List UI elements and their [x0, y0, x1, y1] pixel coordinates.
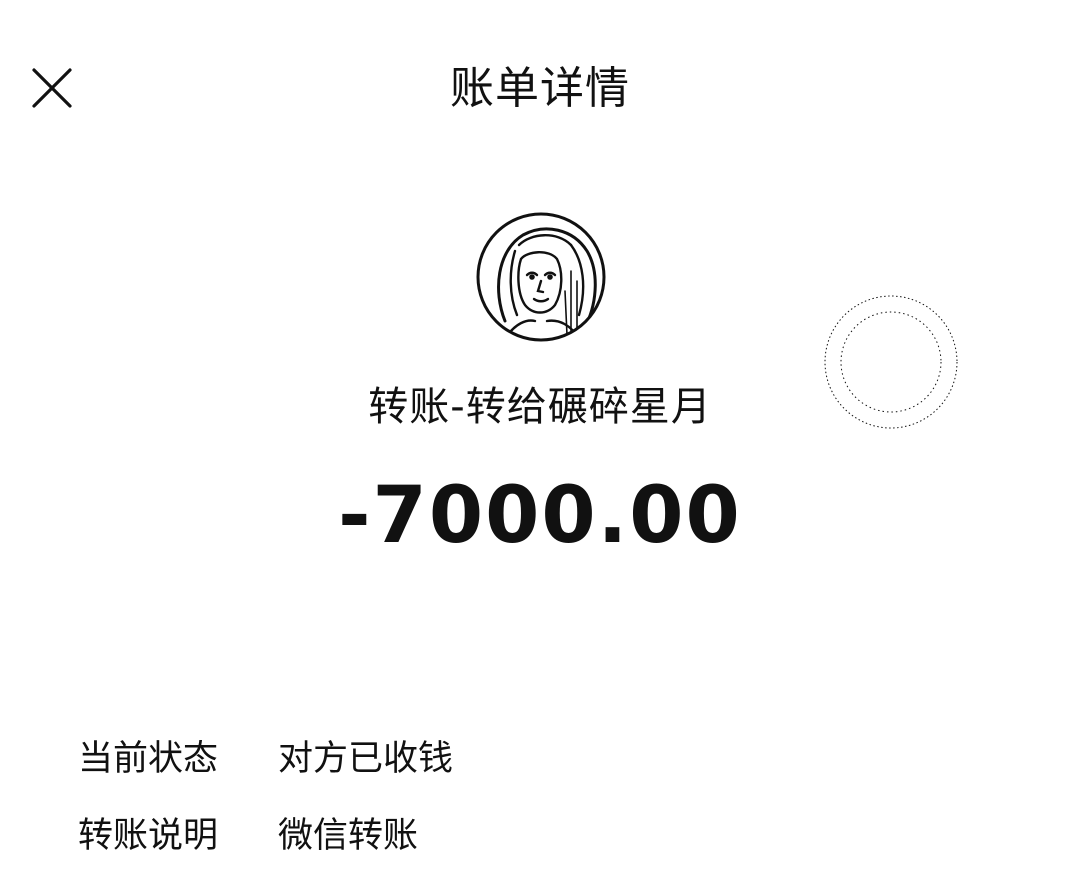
detail-label: 当前状态: [78, 738, 219, 779]
transaction-amount: -7000.00: [338, 471, 742, 561]
detail-label: 转账说明: [78, 815, 219, 856]
detail-row-note: 转账说明 微信转账: [78, 806, 418, 858]
detail-row-status: 当前状态 对方已收钱: [78, 729, 453, 781]
detail-value: 对方已收钱: [278, 738, 454, 779]
detail-value: 微信转账: [278, 815, 419, 856]
transaction-title: 转账-转给碾碎星月: [368, 384, 712, 430]
page-title: 账单详情: [450, 63, 630, 114]
avatar-image: [476, 212, 606, 342]
avatar[interactable]: [475, 211, 607, 343]
